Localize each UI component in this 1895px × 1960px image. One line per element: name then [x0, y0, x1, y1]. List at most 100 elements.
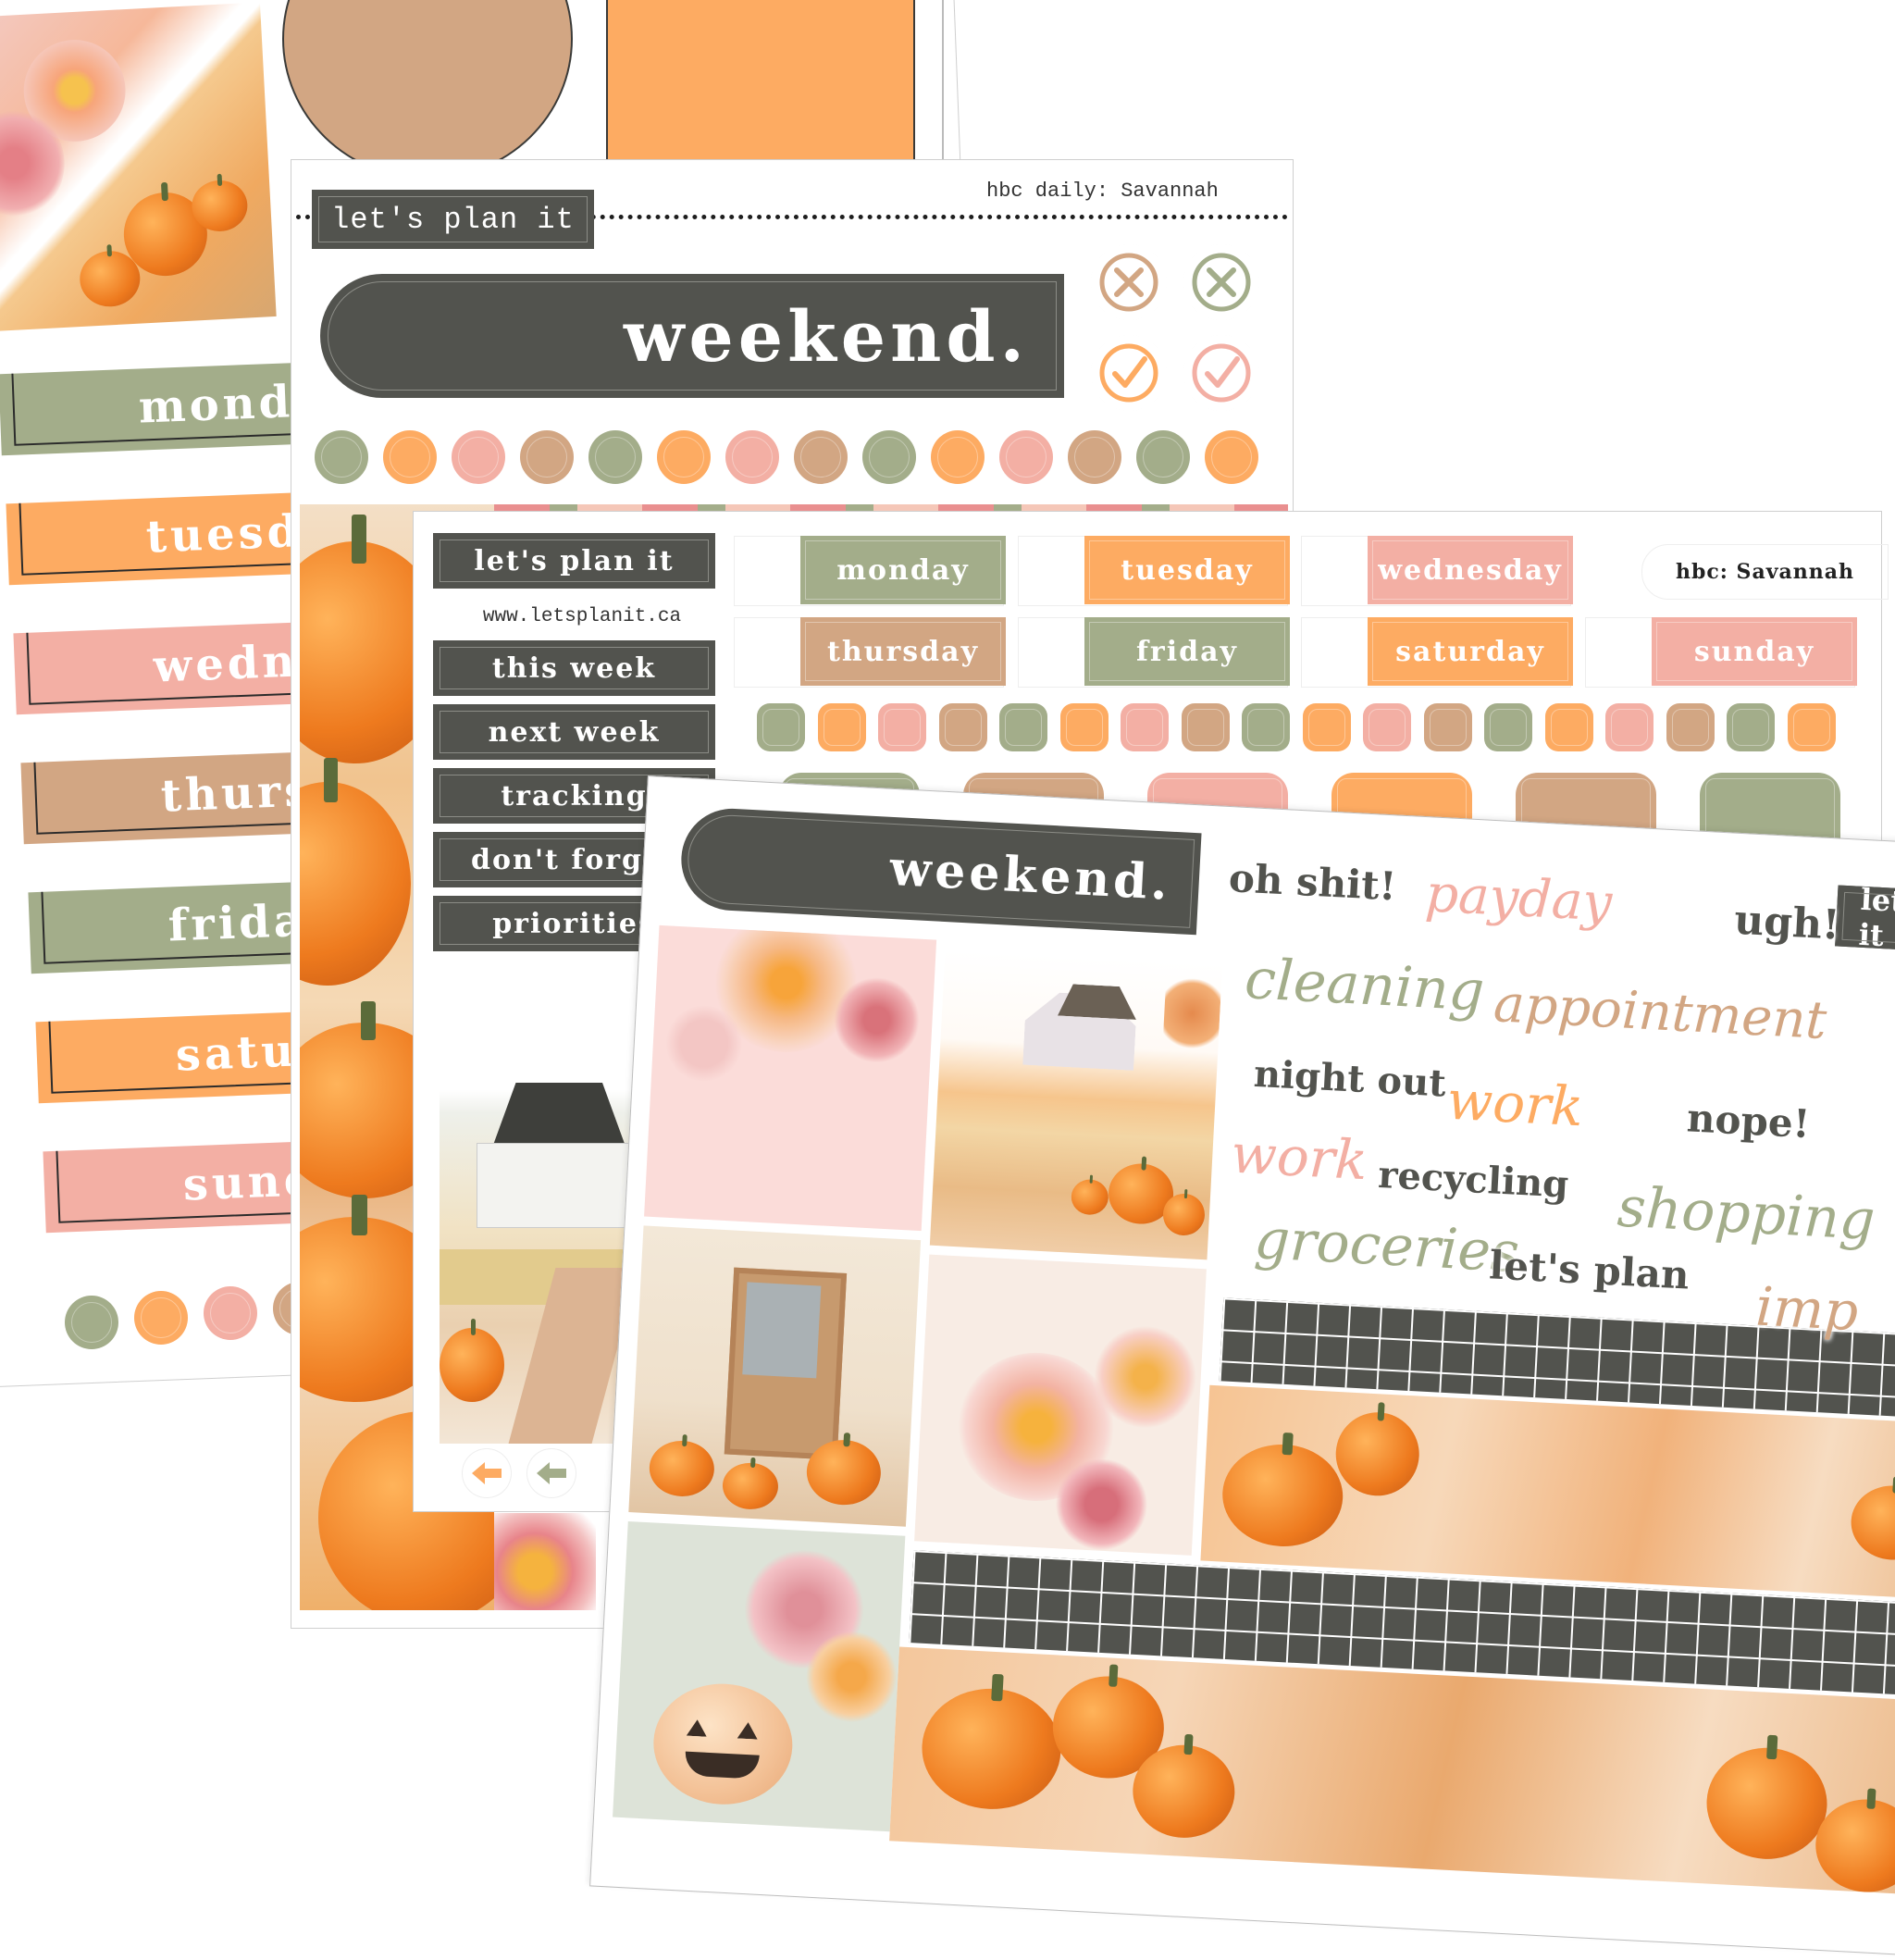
left-day-tab: tuesday — [6, 491, 315, 586]
weekly-color-square — [1059, 703, 1109, 751]
floral-corner-bottom — [494, 1513, 596, 1610]
weekly-color-square — [938, 703, 987, 751]
left-day-tab-label: monday — [137, 373, 307, 434]
daily-sheet-name: hbc daily: Savannah — [986, 180, 1219, 203]
x-circle-icon — [1189, 250, 1254, 315]
word-sticker: recycling — [1377, 1152, 1570, 1207]
left-color-dot — [65, 1296, 118, 1349]
daily-color-dot — [383, 430, 437, 484]
weekly-day-tab-label: monday — [836, 553, 970, 587]
weekly-day-tab-label: wednesday — [1378, 553, 1563, 587]
arrow-left-icon — [463, 1449, 511, 1497]
word-sticker: night out — [1252, 1051, 1447, 1106]
weekly-day-tab: monday — [800, 536, 1006, 604]
floral-pumpkin-sticker — [0, 2, 277, 331]
weekly-color-square — [1423, 703, 1472, 751]
weekly-color-square — [1181, 703, 1230, 751]
daily-color-dot — [794, 430, 848, 484]
word-sticker: cleaning — [1243, 947, 1486, 1024]
side-label-text: let's plan it — [474, 544, 675, 577]
weekly-color-square — [1605, 703, 1653, 751]
weekly-color-square — [1302, 703, 1351, 751]
weekly-day-tab-label: tuesday — [1121, 553, 1254, 587]
daily-color-dot — [725, 430, 779, 484]
weekly-color-square — [1666, 703, 1715, 751]
daily-color-dot — [1068, 430, 1121, 484]
left-day-tab: monday — [0, 362, 307, 456]
weekly-day-tab-label: thursday — [826, 635, 980, 668]
weekly-day-tab: wednesday — [1368, 536, 1573, 604]
word-sticker: shopping — [1616, 1174, 1877, 1254]
daily-color-dot — [452, 430, 505, 484]
word-sticker: appointment — [1492, 974, 1828, 1051]
side-label-text: next week — [488, 715, 661, 749]
front-sheet: weekend. let's it oh shit! payday ugh! c… — [589, 775, 1895, 1959]
weekly-color-square — [757, 703, 805, 751]
weekly-day-tab-label: friday — [1136, 635, 1238, 668]
word-sticker: work — [1229, 1122, 1369, 1193]
daily-color-dot — [315, 430, 368, 484]
left-day-tab: thursday — [20, 751, 329, 845]
daily-color-dot — [999, 430, 1053, 484]
word-sticker: imp — [1753, 1274, 1860, 1344]
porch-door-box — [628, 1225, 922, 1527]
daily-color-dot — [862, 430, 916, 484]
jack-o-lantern-box — [613, 1520, 906, 1832]
side-label-text: priorities — [492, 907, 656, 940]
daily-color-dot — [520, 430, 574, 484]
weekly-day-tab: tuesday — [1084, 536, 1290, 604]
front-weekend-label: weekend. — [678, 806, 1202, 936]
weekly-day-tab: friday — [1084, 617, 1290, 686]
weekly-day-tab-label: sunday — [1693, 635, 1815, 668]
blush-floral-box — [644, 924, 937, 1232]
weekly-day-tab: sunday — [1652, 617, 1857, 686]
weekly-color-square — [878, 703, 926, 751]
weekly-color-square — [1544, 703, 1593, 751]
orange-rectangle-sticker — [606, 0, 915, 167]
x-circle-icon — [1096, 250, 1161, 315]
daily-color-dot — [1205, 430, 1258, 484]
side-label-sticker: this week — [433, 640, 715, 696]
daily-weekend-label: weekend. — [320, 274, 1064, 398]
daily-color-dot — [588, 430, 642, 484]
weekly-sheet-name: hbc: Savannah — [1641, 544, 1889, 600]
side-label-text: tracking — [501, 779, 648, 813]
word-sticker: payday — [1423, 863, 1614, 934]
weekly-color-square — [1727, 703, 1775, 751]
weekly-color-square — [1787, 703, 1836, 751]
website-text: www.letsplanit.ca — [482, 606, 682, 627]
weekly-day-tab-label: saturday — [1395, 635, 1545, 668]
weekly-color-square — [999, 703, 1047, 751]
check-circle-icon — [1189, 341, 1254, 405]
jack-o-lantern — [650, 1680, 796, 1808]
farm-field-box — [929, 949, 1223, 1260]
front-corner-label: let's plan it — [1835, 882, 1895, 956]
check-circle-icon — [1096, 341, 1161, 405]
word-sticker: oh shit! — [1227, 855, 1398, 910]
left-color-dot — [204, 1286, 257, 1340]
daily-color-dot — [931, 430, 985, 484]
weekly-color-square — [1363, 703, 1411, 751]
word-sticker: nope! — [1685, 1095, 1812, 1147]
peony-floral-box — [914, 1254, 1207, 1556]
left-day-tab: wednesday — [13, 621, 322, 715]
daily-header-label: let's plan it — [312, 190, 594, 249]
daily-color-dot — [657, 430, 711, 484]
weekly-color-square — [1242, 703, 1290, 751]
side-label-sticker: next week — [433, 704, 715, 760]
word-sticker: let's plan — [1488, 1242, 1691, 1298]
word-sticker: groceries — [1252, 1207, 1521, 1285]
left-day-tab-label: tuesday — [144, 502, 315, 564]
daily-color-dot — [1136, 430, 1190, 484]
weekly-color-square — [1484, 703, 1532, 751]
word-sticker: work — [1445, 1068, 1585, 1139]
left-color-dot — [134, 1291, 188, 1345]
word-sticker: ugh! — [1733, 896, 1841, 949]
side-label-text: this week — [491, 651, 657, 685]
weekly-day-tab: thursday — [800, 617, 1006, 686]
sheet-edge — [942, 0, 944, 167]
weekly-color-square — [1121, 703, 1169, 751]
arrow-left-icon — [527, 1449, 576, 1497]
side-label-sticker: let's plan it — [433, 533, 715, 589]
weekly-color-square — [817, 703, 866, 751]
